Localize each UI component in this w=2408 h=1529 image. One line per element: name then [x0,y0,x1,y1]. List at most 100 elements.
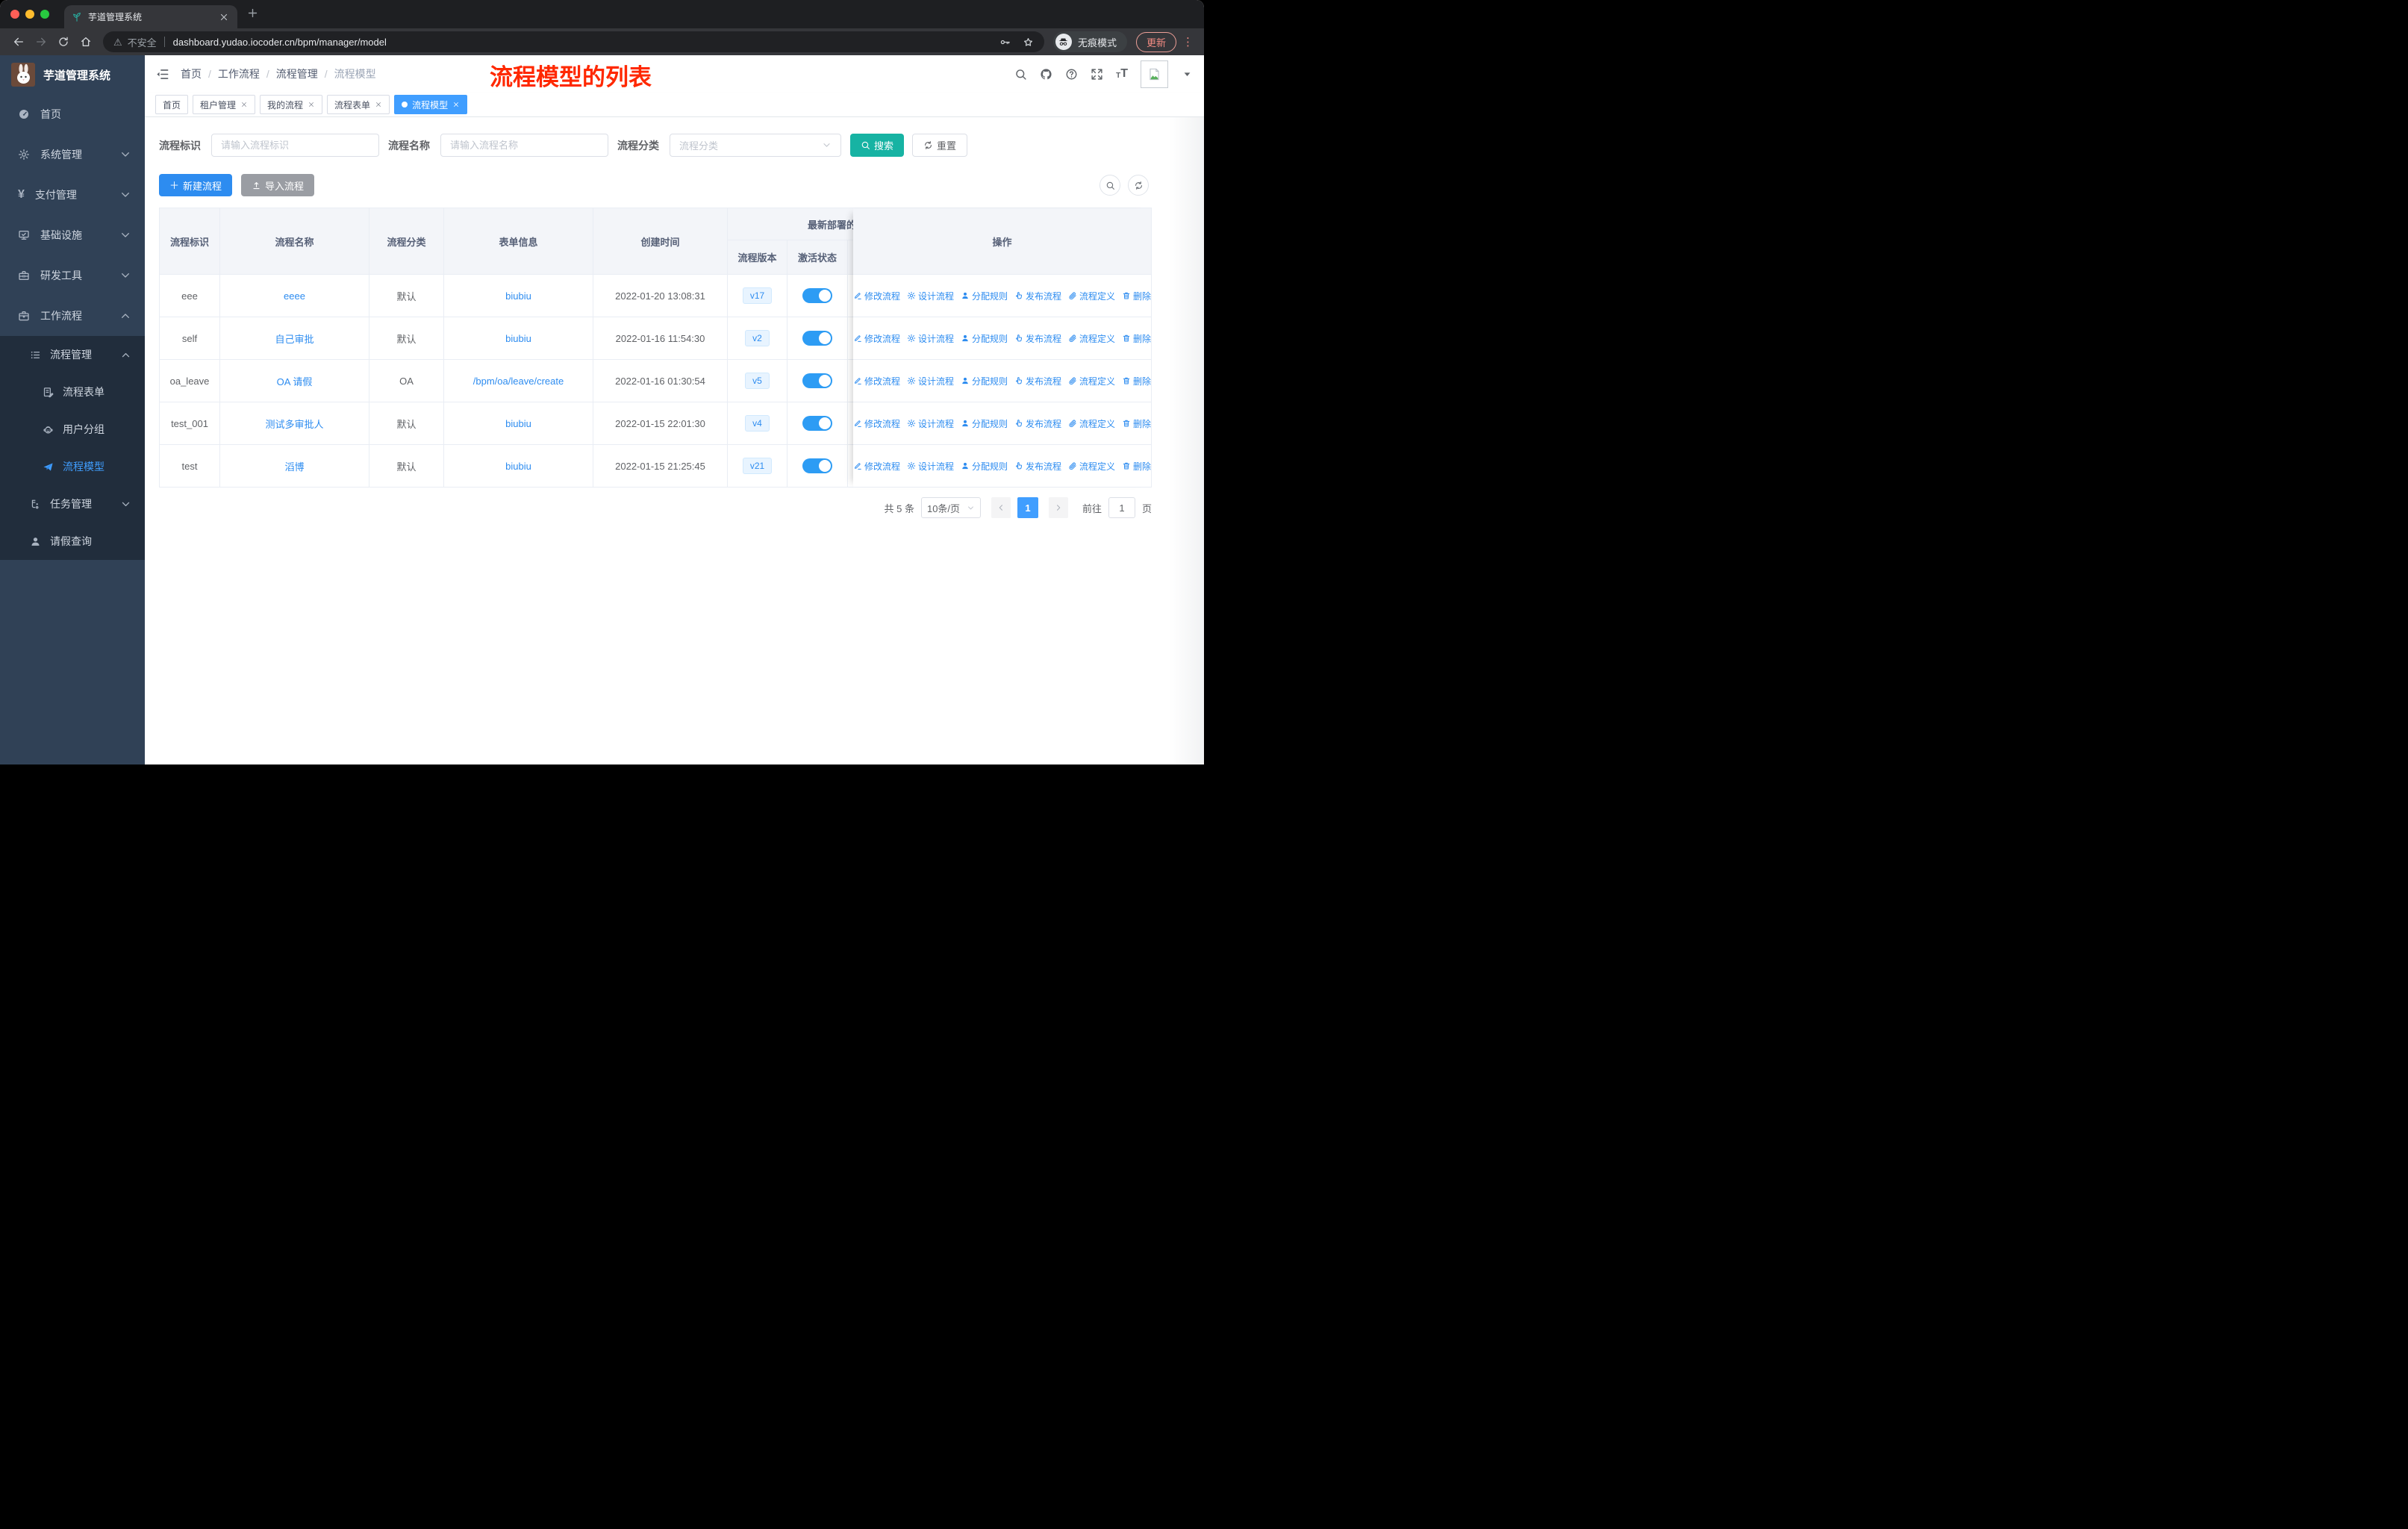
active-status-toggle[interactable] [802,373,832,388]
tag-process-model[interactable]: 流程模型 [394,95,468,114]
breadcrumb-process-management[interactable]: 流程管理 [276,66,318,81]
close-icon[interactable] [240,101,248,108]
reset-button[interactable]: 重置 [912,134,968,157]
process-key-input[interactable] [211,134,379,157]
form-info-link[interactable]: biubiu [505,461,531,472]
url-text[interactable]: dashboard.yudao.iocoder.cn/bpm/manager/m… [173,37,387,48]
action-design-process[interactable]: 设计流程 [907,290,954,302]
search-button[interactable]: 搜索 [850,134,905,157]
avatar-caret-down-icon[interactable] [1181,68,1194,81]
action-edit-process[interactable]: 修改流程 [853,417,900,430]
refresh-table-button[interactable] [1128,175,1149,196]
process-name-link[interactable]: 滔博 [284,459,304,473]
tag-my-process[interactable]: 我的流程 [260,95,323,114]
home-icon[interactable] [75,31,97,52]
tag-process-form[interactable]: 流程表单 [327,95,390,114]
action-publish-process[interactable]: 发布流程 [1014,290,1061,302]
action-delete[interactable]: 删除 [1122,460,1151,473]
close-window-button[interactable] [10,10,19,19]
create-process-button[interactable]: ＋ 新建流程 [159,174,233,196]
action-assign-rule[interactable]: 分配规则 [961,460,1008,473]
reload-icon[interactable] [52,31,75,52]
help-icon[interactable] [1065,68,1078,81]
sidebar-fold-icon[interactable] [155,67,169,81]
sidebar-item-process-management[interactable]: 流程管理 [0,336,145,373]
action-publish-process[interactable]: 发布流程 [1014,375,1061,387]
action-design-process[interactable]: 设计流程 [907,460,954,473]
form-info-link[interactable]: biubiu [505,418,531,429]
forward-icon[interactable] [30,31,52,52]
font-size-icon[interactable]: TT [1116,68,1128,81]
breadcrumb-home[interactable]: 首页 [181,66,202,81]
close-icon[interactable] [308,101,315,108]
page-number-1[interactable]: 1 [1017,497,1038,518]
browser-tab[interactable]: 芋道管理系统 [64,5,237,28]
toggle-search-button[interactable] [1099,175,1120,196]
active-status-toggle[interactable] [802,288,832,303]
process-name-link[interactable]: eeee [284,290,305,302]
fullscreen-icon[interactable] [1091,68,1103,81]
action-edit-process[interactable]: 修改流程 [853,460,900,473]
next-page-button[interactable] [1048,497,1068,518]
process-name-input[interactable] [440,134,608,157]
action-publish-process[interactable]: 发布流程 [1014,460,1061,473]
sidebar-item-home[interactable]: 首页 [0,94,145,134]
sidebar-item-devtools[interactable]: 研发工具 [0,255,145,296]
active-status-toggle[interactable] [802,458,832,473]
avatar[interactable] [1141,60,1168,88]
action-design-process[interactable]: 设计流程 [907,375,954,387]
action-publish-process[interactable]: 发布流程 [1014,332,1061,345]
action-process-definition[interactable]: 流程定义 [1068,332,1115,345]
password-key-icon[interactable] [999,37,1011,48]
action-process-definition[interactable]: 流程定义 [1068,460,1115,473]
tag-home[interactable]: 首页 [155,95,189,114]
action-delete[interactable]: 删除 [1122,332,1151,345]
form-info-link[interactable]: biubiu [505,333,531,344]
process-name-link[interactable]: 测试多审批人 [265,417,323,431]
action-edit-process[interactable]: 修改流程 [853,290,900,302]
action-edit-process[interactable]: 修改流程 [853,375,900,387]
sidebar-item-process-model[interactable]: 流程模型 [0,448,145,485]
github-icon[interactable] [1040,68,1052,81]
process-name-link[interactable]: OA 请假 [277,374,313,388]
security-label[interactable]: 不安全 [128,35,157,49]
action-assign-rule[interactable]: 分配规则 [961,332,1008,345]
tag-tenant[interactable]: 租户管理 [193,95,256,114]
action-publish-process[interactable]: 发布流程 [1014,417,1061,430]
active-status-toggle[interactable] [802,331,832,346]
action-process-definition[interactable]: 流程定义 [1068,375,1115,387]
chrome-update-button[interactable]: 更新 [1135,31,1176,52]
search-icon[interactable] [1014,68,1027,81]
action-design-process[interactable]: 设计流程 [907,417,954,430]
sidebar-item-user-group[interactable]: 用户分组 [0,411,145,448]
sidebar-item-task-management[interactable]: 任务管理 [0,485,145,523]
action-assign-rule[interactable]: 分配规则 [961,290,1008,302]
prev-page-button[interactable] [991,497,1011,518]
action-delete[interactable]: 删除 [1122,417,1151,430]
sidebar-item-leave-query[interactable]: 请假查询 [0,523,145,560]
process-name-link[interactable]: 自己审批 [275,331,314,346]
address-bar[interactable]: ⚠ 不安全 dashboard.yudao.iocoder.cn/bpm/man… [103,31,1044,52]
form-info-link[interactable]: /bpm/oa/leave/create [473,376,564,387]
minimize-window-button[interactable] [25,10,34,19]
sidebar-item-workflow[interactable]: 工作流程 [0,296,145,336]
active-status-toggle[interactable] [802,416,832,431]
action-assign-rule[interactable]: 分配规则 [961,375,1008,387]
action-process-definition[interactable]: 流程定义 [1068,290,1115,302]
bookmark-star-icon[interactable] [1023,37,1034,48]
browser-menu-icon[interactable]: ⋮ [1182,35,1194,49]
back-icon[interactable] [7,31,30,52]
breadcrumb-workflow[interactable]: 工作流程 [218,66,260,81]
close-icon[interactable] [452,101,460,108]
action-process-definition[interactable]: 流程定义 [1068,417,1115,430]
action-delete[interactable]: 删除 [1122,375,1151,387]
tab-close-icon[interactable] [218,11,230,23]
page-size-select[interactable]: 10条/页 [920,497,981,518]
sidebar-item-infra[interactable]: 基础设施 [0,215,145,255]
import-process-button[interactable]: 导入流程 [241,174,315,196]
new-tab-button[interactable] [246,7,259,23]
category-select[interactable]: 流程分类 [670,134,841,157]
action-edit-process[interactable]: 修改流程 [853,332,900,345]
goto-page-input[interactable] [1108,497,1135,518]
action-assign-rule[interactable]: 分配规则 [961,417,1008,430]
